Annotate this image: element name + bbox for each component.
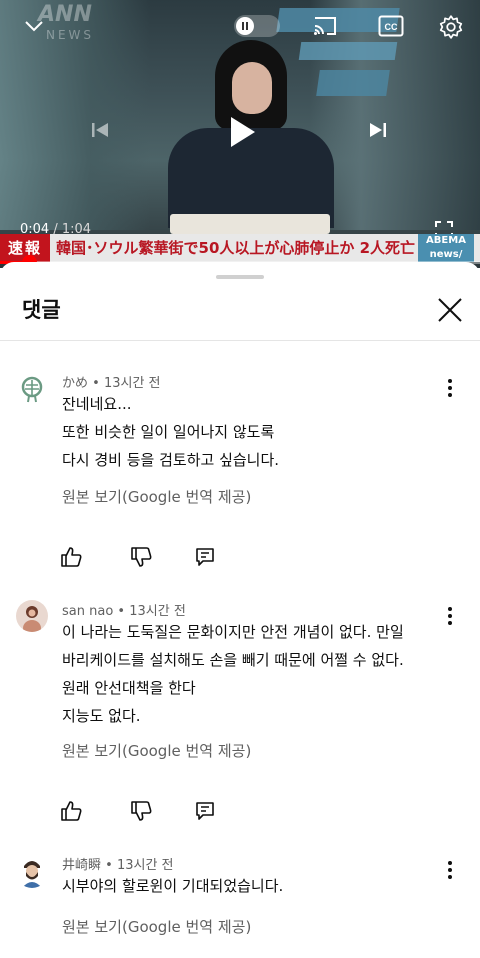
view-original-link[interactable]: 원본 보기(Google 번역 제공): [62, 486, 251, 507]
comment-line: 시부야의 할로윈이 기대되었습니다.: [62, 877, 284, 895]
autoplay-toggle[interactable]: [234, 15, 280, 37]
video-frame-desk: [170, 214, 330, 234]
header-divider: [0, 340, 480, 341]
news-ticker: 速報 韓国･ソウル繁華街で50人以上が心肺停止か 2人死亡 ABEMA news…: [0, 234, 480, 262]
dislike-icon[interactable]: [130, 800, 152, 822]
reply-icon[interactable]: [194, 800, 216, 822]
ticker-headline: 韓国･ソウル繁華街で50人以上が心肺停止か 2人死亡: [56, 239, 416, 257]
gear-icon[interactable]: [438, 14, 464, 40]
close-icon[interactable]: [434, 294, 466, 326]
play-icon[interactable]: [214, 106, 266, 158]
comment-line: 원래 안선대책을 한다: [62, 679, 196, 697]
view-original-link[interactable]: 원본 보기(Google 번역 제공): [62, 740, 251, 761]
closed-captions-icon[interactable]: CC: [378, 15, 404, 37]
more-options-icon[interactable]: [440, 858, 460, 882]
avatar[interactable]: [16, 600, 48, 632]
more-options-icon[interactable]: [440, 604, 460, 628]
meta-separator: •: [113, 604, 130, 619]
video-player[interactable]: ANN NEWS CC 0:04 / 1:04 速報 韓国･ソウル繁華街で50人…: [0, 0, 480, 268]
comment-body: 시부야의 할로윈이 기대되었습니다.: [62, 872, 283, 900]
meta-separator: •: [101, 858, 117, 873]
sheet-title: 댓글: [22, 298, 61, 322]
comment-time: 13시간 전: [129, 604, 186, 619]
avatar[interactable]: [16, 374, 48, 406]
comment-meta: san nao • 13시간 전: [62, 600, 186, 619]
next-icon[interactable]: [364, 116, 392, 144]
comment-author[interactable]: 井崎瞬: [62, 858, 101, 873]
comment-line: 다시 경비 등을 검토하고 싶습니다.: [62, 451, 280, 469]
like-icon[interactable]: [60, 546, 82, 568]
comment-author[interactable]: san nao: [62, 604, 113, 619]
ann-watermark: ANN: [38, 2, 92, 27]
meta-separator: •: [88, 376, 104, 391]
svg-text:CC: CC: [385, 22, 398, 32]
chevron-down-icon[interactable]: [22, 14, 46, 38]
comment-line: 바리케이드를 설치해도 손을 빼기 때문에 어쩔 수 없다.: [62, 651, 404, 669]
comment-time: 13시간 전: [116, 858, 174, 873]
channel-logo: ABEMA news/: [418, 234, 474, 262]
comment-meta: 井崎瞬 • 13시간 전: [62, 854, 174, 873]
more-options-icon[interactable]: [440, 376, 460, 400]
reply-icon[interactable]: [194, 546, 216, 568]
sheet-drag-handle[interactable]: [216, 275, 264, 279]
comment-meta: かめ • 13시간 전: [62, 372, 161, 391]
cast-icon[interactable]: [312, 14, 338, 38]
video-frame-sign: [316, 70, 390, 96]
comment-author[interactable]: かめ: [62, 376, 88, 391]
previous-icon[interactable]: [86, 116, 114, 144]
like-icon[interactable]: [60, 800, 82, 822]
video-frame-sign: [298, 42, 398, 60]
comment-line: 이 나라는 도둑질은 문화이지만 안전 개념이 없다. 만일: [62, 623, 404, 641]
pause-icon: [236, 17, 254, 35]
news-watermark: NEWS: [46, 28, 95, 42]
comment-body: 잔네네요... 또한 비슷한 일이 일어나지 않도록 다시 경비 등을 검토하고…: [62, 390, 279, 474]
comment-line: 또한 비슷한 일이 일어나지 않도록: [62, 423, 275, 441]
comment-line: 지능도 없다.: [62, 707, 141, 725]
dislike-icon[interactable]: [130, 546, 152, 568]
comment-body: 이 나라는 도둑질은 문화이지만 안전 개념이 없다. 만일 바리케이드를 설치…: [62, 618, 404, 730]
comment-time: 13시간 전: [103, 376, 161, 391]
comments-sheet: 댓글 かめ • 13시간 전 잔네네요... 또한 비슷한 일이 일어나지 않도…: [0, 262, 480, 958]
comment-line: 잔네네요...: [62, 395, 132, 413]
avatar[interactable]: [16, 856, 48, 888]
view-original-link[interactable]: 원본 보기(Google 번역 제공): [62, 916, 251, 937]
